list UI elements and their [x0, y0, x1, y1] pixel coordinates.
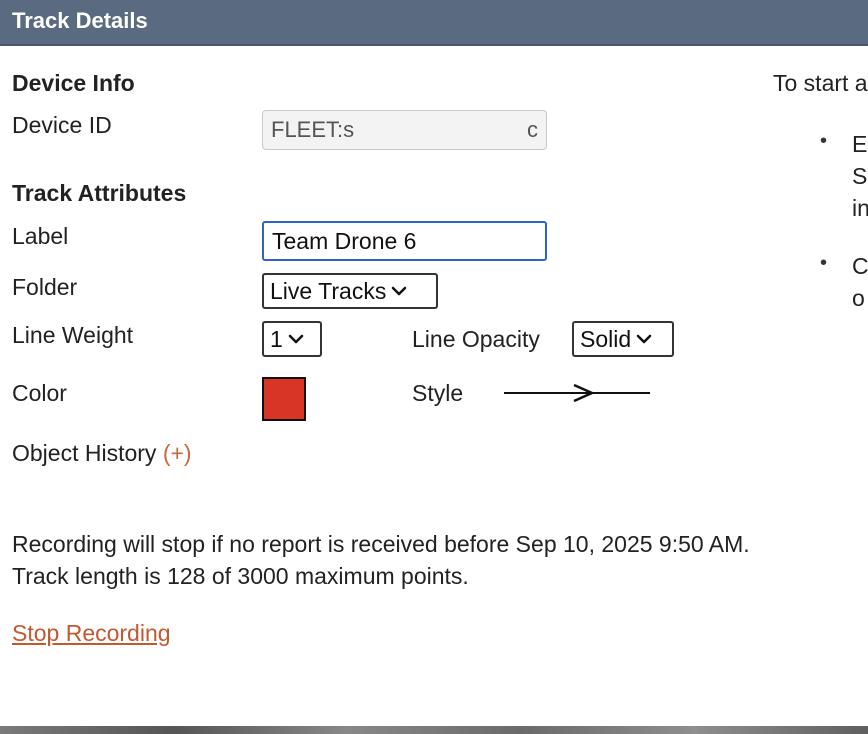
device-id-field[interactable]: FLEET:s c [262, 110, 547, 150]
chevron-down-icon [392, 286, 407, 296]
chevron-down-icon [636, 334, 652, 344]
object-history-row: Object History (+) [12, 440, 192, 467]
folder-select-value: Live Tracks [270, 277, 387, 304]
help-bullet-1-line: E [852, 131, 868, 157]
help-bullet-2-line: C [852, 253, 868, 279]
arrow-line-icon[interactable] [502, 380, 652, 406]
track-attributes-heading: Track Attributes [12, 180, 187, 206]
line-opacity-label: Line Opacity [412, 326, 540, 352]
object-history-label: Object History [12, 440, 157, 466]
help-bullet-dot: • [820, 130, 828, 152]
color-label: Color [12, 380, 67, 406]
chevron-down-icon [288, 334, 304, 344]
panel-title-bar: Track Details [0, 0, 868, 46]
line-opacity-select[interactable]: Solid [572, 321, 674, 357]
device-id-value-tail: c [527, 117, 538, 142]
color-swatch[interactable] [262, 377, 306, 421]
line-weight-select[interactable]: 1 [262, 321, 322, 357]
label-input[interactable] [262, 221, 547, 261]
label-field-label: Label [12, 223, 69, 249]
help-bullet-1-line: in [852, 195, 868, 221]
style-label: Style [412, 380, 464, 406]
line-opacity-select-value: Solid [580, 325, 632, 352]
panel-title: Track Details [12, 8, 148, 33]
device-info-heading: Device Info [12, 70, 135, 96]
line-weight-select-value: 1 [270, 325, 283, 352]
device-id-value: FLEET:s [271, 117, 355, 142]
help-bullet-1: E S in [852, 128, 868, 224]
device-id-label: Device ID [12, 112, 112, 138]
folder-label: Folder [12, 274, 78, 300]
help-bullet-1-line: S [852, 163, 868, 189]
help-bullet-2-line: o [852, 285, 865, 311]
stop-recording-link[interactable]: Stop Recording [12, 620, 171, 647]
line-weight-label: Line Weight [12, 322, 134, 348]
help-bullet-2: C o [852, 250, 868, 314]
recording-status-text: Recording will stop if no report is rece… [12, 531, 750, 557]
help-bullet-dot: • [820, 252, 828, 274]
map-edge-strip [0, 726, 868, 734]
help-intro-text: To start a [773, 70, 868, 96]
folder-select[interactable]: Live Tracks [262, 273, 438, 309]
object-history-expand-toggle[interactable]: (+) [163, 440, 192, 466]
track-length-text: Track length is 128 of 3000 maximum poin… [12, 563, 469, 589]
